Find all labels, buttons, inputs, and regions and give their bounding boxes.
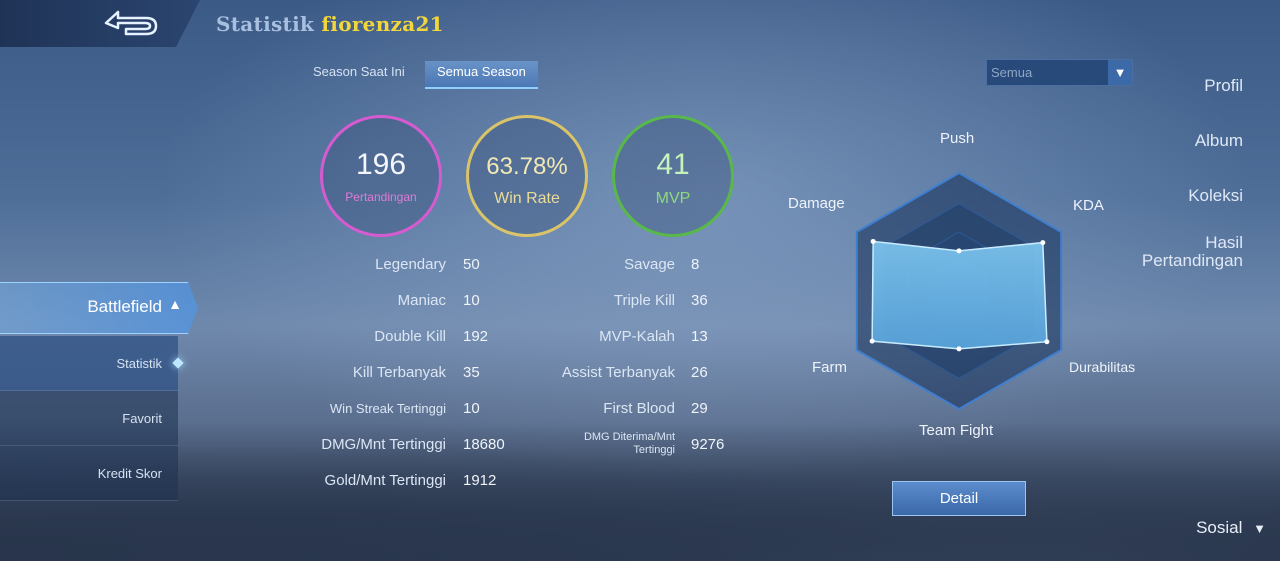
page-title: Statistik fiorenza21 — [216, 12, 444, 36]
battlefield-submenu: Statistik Favorit Kredit Skor — [0, 336, 184, 501]
mvp-count: 41 — [656, 148, 690, 181]
stat-label-dmg-mnt: DMG/Mnt Tertinggi — [321, 436, 446, 453]
matches-label: Pertandingan — [345, 190, 417, 204]
sidebar-item-label: Hasil — [1205, 233, 1243, 252]
page-title-label: Statistik — [216, 12, 315, 36]
radar-point-farm — [869, 338, 875, 344]
stat-label-savage: Savage — [624, 256, 675, 273]
sidebar-item-label-line2: Pertandingan — [1141, 251, 1243, 270]
submenu-item-label: Statistik — [116, 356, 162, 371]
submenu-item-kredit-skor[interactable]: Kredit Skor — [0, 446, 178, 501]
chevron-up-icon: ▲ — [168, 296, 182, 312]
radar-label-farm: Farm — [812, 359, 847, 376]
stat-value-first-blood: 29 — [691, 400, 708, 417]
stat-label-maniac: Maniac — [397, 292, 446, 309]
submenu-item-label: Kredit Skor — [97, 466, 162, 481]
filter-selected-value: Semua — [991, 65, 1033, 80]
matches-circle: 196 Pertandingan — [320, 115, 442, 237]
stat-value-win-streak: 10 — [463, 400, 480, 417]
username: fiorenza21 — [321, 12, 444, 36]
radar-point-push — [956, 248, 962, 254]
stat-value-dmg-diterima: 9276 — [691, 436, 725, 453]
stat-value-assist-terbanyak: 26 — [691, 364, 708, 381]
chevron-down-icon: ▼ — [1253, 521, 1266, 536]
mvp-label: MVP — [655, 190, 691, 207]
submenu-item-favorit[interactable]: Favorit — [0, 391, 178, 446]
tab-semua-season[interactable]: Semua Season — [425, 61, 538, 89]
stat-label-win-streak: Win Streak Tertinggi — [329, 401, 446, 416]
radar-label-durabilitas: Durabilitas — [1069, 359, 1136, 375]
radar-data-shape — [871, 240, 1048, 350]
win-rate-circle: 63.78% Win Rate — [466, 115, 588, 237]
stat-label-dmg-diterima: DMG Diterima/Mnt Tertinggi — [520, 431, 675, 457]
radar-chart — [855, 171, 1063, 411]
sidebar-item-label: Sosial — [1196, 518, 1243, 537]
filter-dropdown[interactable]: Semua ▼ — [986, 59, 1133, 86]
radar-label-team-fight: Team Fight — [919, 422, 994, 439]
radar-point-damage — [870, 238, 876, 244]
stat-value-dmg-mnt: 18680 — [463, 436, 505, 453]
sidebar-item-koleksi[interactable]: Koleksi — [1188, 186, 1243, 206]
stat-label-kill-terbanyak: Kill Terbanyak — [352, 364, 446, 381]
chevron-down-icon[interactable]: ▼ — [1108, 60, 1132, 85]
stat-value-mvp-kalah: 13 — [691, 328, 708, 345]
submenu-item-statistik[interactable]: Statistik — [0, 336, 184, 391]
submenu-item-label: Favorit — [122, 411, 162, 426]
stat-value-gold-mnt: 1912 — [463, 472, 497, 489]
stat-label-assist-terbanyak: Assist Terbanyak — [561, 364, 675, 381]
stat-label-line1: DMG Diterima/Mnt — [583, 431, 675, 443]
mvp-circle: 41 MVP — [612, 115, 734, 237]
stat-label-mvp-kalah: MVP-Kalah — [599, 328, 675, 345]
radar-point-team-fight — [956, 346, 962, 352]
sidebar-item-hasil-pertandingan[interactable]: Hasil Pertandingan — [1142, 234, 1243, 270]
sidebar-item-profil[interactable]: Profil — [1204, 76, 1243, 96]
stat-label-gold-mnt: Gold/Mnt Tertinggi — [324, 472, 446, 489]
stat-value-legendary: 50 — [463, 256, 480, 273]
stat-label-legendary: Legendary — [375, 256, 446, 273]
stat-label-first-blood: First Blood — [603, 400, 675, 417]
sidebar-item-sosial[interactable]: Sosial ▼ — [1196, 518, 1266, 538]
detail-button[interactable]: Detail — [892, 481, 1026, 516]
stat-label-triple-kill: Triple Kill — [613, 292, 675, 309]
stat-value-double-kill: 192 — [463, 328, 489, 345]
back-arrow-icon[interactable] — [96, 4, 166, 42]
radar-label-damage: Damage — [788, 195, 845, 212]
radar-label-kda: KDA — [1073, 197, 1104, 214]
stat-value-kill-terbanyak: 35 — [463, 364, 480, 381]
matches-count: 196 — [355, 148, 407, 181]
tab-season-saat-ini[interactable]: Season Saat Ini — [313, 61, 405, 93]
sidebar-item-battlefield[interactable]: Battlefield ▲ — [0, 282, 198, 334]
stat-label-line2: Tertinggi — [633, 444, 675, 456]
sidebar-item-album[interactable]: Album — [1195, 131, 1243, 151]
stat-value-savage: 8 — [691, 256, 700, 273]
stat-value-triple-kill: 36 — [691, 292, 708, 309]
radar-point-durabilitas — [1044, 339, 1050, 345]
sidebar-item-label: Battlefield — [87, 297, 162, 316]
win-rate-label: Win Rate — [494, 190, 560, 207]
win-rate-value: 63.78% — [486, 153, 568, 180]
radar-label-push: Push — [940, 130, 975, 147]
radar-point-kda — [1040, 240, 1046, 246]
active-indicator-icon — [172, 357, 184, 369]
stat-value-maniac: 10 — [463, 292, 480, 309]
stat-label-double-kill: Double Kill — [374, 328, 446, 345]
